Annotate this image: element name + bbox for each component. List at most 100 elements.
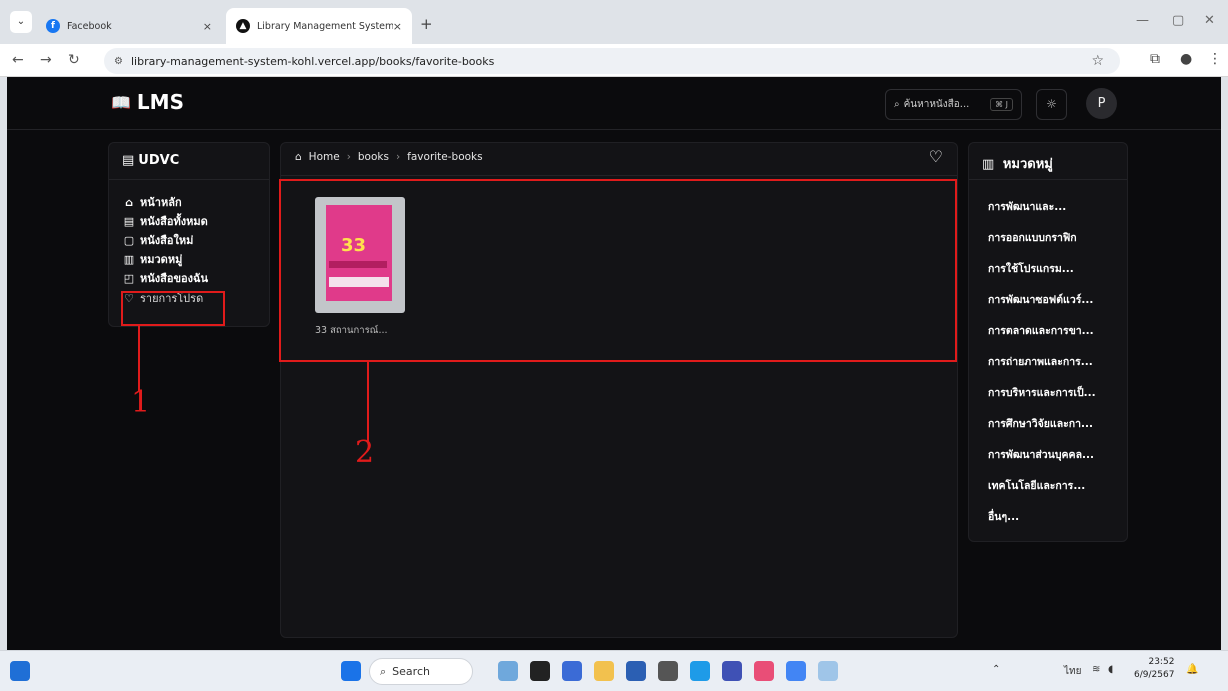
clock[interactable]: 23:52 6/9/2567 (1134, 656, 1174, 682)
chat-icon[interactable] (562, 661, 582, 681)
vercel-favicon-icon: ▲ (236, 19, 250, 33)
sidebar-title: ▤ UDVC (122, 153, 179, 168)
tab-library-management[interactable]: ▲ Library Management System × (226, 8, 412, 44)
bookmark-star-icon[interactable]: ☆ (1091, 53, 1104, 69)
breadcrumb-divider (281, 175, 957, 176)
app-icon[interactable] (658, 661, 678, 681)
app-icon[interactable] (722, 661, 742, 681)
category-item[interactable]: เทคโนโลยีและการ... (988, 477, 1118, 494)
sidebar-title-text: UDVC (138, 153, 180, 168)
theme-toggle-button[interactable]: ☼ (1036, 89, 1067, 120)
minimize-icon[interactable]: — (1136, 13, 1149, 28)
browser-menu-icon[interactable]: ⋮ (1208, 51, 1222, 67)
facebook-favicon-icon: f (46, 19, 60, 33)
search-icon: ⌕ (894, 99, 900, 110)
sidebar-item-all-books[interactable]: ▤ หนังสือทั้งหมด (122, 212, 208, 230)
breadcrumb-favorite-books: favorite-books (407, 151, 483, 163)
category-item[interactable]: การถ่ายภาพและการ... (988, 353, 1118, 370)
new-tab-button[interactable]: + (420, 15, 433, 33)
categories-divider (969, 179, 1127, 180)
breadcrumb-home[interactable]: Home (309, 151, 340, 163)
categories-title-text: หมวดหมู่ (1002, 157, 1053, 172)
url-field[interactable]: ⚙ library-management-system-kohl.vercel.… (104, 48, 1120, 74)
sidebar-item-home[interactable]: ⌂ หน้าหลัก (122, 193, 182, 211)
widgets-icon[interactable] (10, 661, 30, 681)
sidebar-item-label: หมวดหมู่ (140, 253, 183, 266)
sidebar-item-label: หน้าหลัก (140, 196, 182, 209)
page-viewport: 📖 LMS ⌕ ค้นหาหนังสือ... ⌘ J ☼ P ▤ UDVC ⌂… (7, 77, 1221, 650)
breadcrumb: ⌂ Home › books › favorite-books (295, 151, 490, 163)
language-indicator[interactable]: ไทย (1064, 664, 1081, 679)
chrome-icon[interactable] (786, 661, 806, 681)
annotation-label-1: 1 (131, 385, 151, 420)
close-window-icon[interactable]: ✕ (1204, 13, 1215, 28)
start-icon[interactable] (341, 661, 361, 681)
sidebar-item-my-books[interactable]: ◰ หนังสือของฉัน (122, 269, 208, 287)
sidebar-divider (109, 179, 269, 180)
search-button[interactable]: ⌕ ค้นหาหนังสือ... ⌘ J (885, 89, 1022, 120)
breadcrumb-separator: › (346, 151, 351, 163)
close-tab-icon[interactable]: × (393, 20, 402, 33)
extensions-icon[interactable]: ⧉ (1150, 51, 1160, 67)
copilot-icon[interactable] (498, 661, 518, 681)
category-item[interactable]: การตลาดและการขา... (988, 322, 1118, 339)
site-logo[interactable]: 📖 LMS (111, 90, 184, 114)
search-shortcut-badge: ⌘ J (990, 98, 1013, 111)
task-view-icon[interactable] (530, 661, 550, 681)
category-item[interactable]: การพัฒนาส่วนบุคคล... (988, 446, 1118, 463)
category-item[interactable]: การศึกษาวิจัยและกา... (988, 415, 1118, 432)
annotation-box-content (279, 179, 957, 362)
search-placeholder: ค้นหาหนังสือ... (903, 99, 970, 110)
breadcrumb-books[interactable]: books (358, 151, 389, 163)
taskbar-search-label: Search (392, 665, 430, 678)
tab-facebook[interactable]: f Facebook × (36, 8, 222, 44)
back-icon[interactable]: ← (12, 52, 24, 68)
annotation-line-2 (367, 362, 369, 442)
store-icon[interactable] (626, 661, 646, 681)
app-icon[interactable] (818, 661, 838, 681)
tab-title: Facebook (67, 20, 112, 32)
sidebar-item-new-books[interactable]: ▢ หนังสือใหม่ (122, 231, 194, 249)
maximize-icon[interactable]: ▢ (1172, 13, 1184, 28)
sidebar-item-label: หนังสือใหม่ (140, 234, 194, 247)
new-book-icon: ▢ (123, 233, 135, 247)
profile-icon[interactable]: ● (1180, 51, 1192, 67)
annotation-label-2: 2 (355, 435, 375, 470)
sidebar-item-label: หนังสือของฉัน (140, 272, 208, 285)
category-item[interactable]: การออกแบบกราฟิก (988, 229, 1118, 246)
edge-icon[interactable] (690, 661, 710, 681)
address-bar-row: ← → ↻ ⚙ library-management-system-kohl.v… (0, 44, 1228, 77)
category-item[interactable]: การพัฒนาซอฟต์แวร์... (988, 291, 1118, 308)
open-book-icon: 📖 (111, 92, 131, 112)
site-info-icon[interactable]: ⚙ (114, 56, 123, 67)
browser-tab-strip: ⌄ f Facebook × ▲ Library Management Syst… (0, 0, 1228, 44)
close-tab-icon[interactable]: × (203, 20, 212, 33)
categories-title: ▥ หมวดหมู่ (982, 153, 1053, 174)
tab-search-menu-button[interactable]: ⌄ (10, 11, 32, 33)
volume-icon[interactable]: ◖ (1108, 664, 1113, 675)
annotation-line-1 (138, 326, 140, 391)
category-item[interactable]: การพัฒนาและ... (988, 198, 1118, 215)
tab-title: Library Management System (257, 20, 393, 32)
wifi-icon[interactable]: ≋ (1092, 664, 1100, 675)
books-icon: ▤ (123, 214, 135, 228)
tray-chevron-icon[interactable]: ⌃ (992, 664, 1000, 675)
logo-text: LMS (136, 90, 184, 114)
category-item[interactable]: การใช้โปรแกรม... (988, 260, 1118, 277)
favorites-heart-icon[interactable]: ♡ (929, 147, 943, 166)
category-icon: ▥ (123, 252, 135, 266)
clock-time: 23:52 (1148, 657, 1175, 667)
sidebar-item-categories[interactable]: ▥ หมวดหมู่ (122, 250, 183, 268)
file-explorer-icon[interactable] (594, 661, 614, 681)
app-icon[interactable] (754, 661, 774, 681)
user-avatar[interactable]: P (1086, 88, 1117, 119)
category-item[interactable]: การบริหารและการเป็... (988, 384, 1118, 401)
categories-panel: ▥ หมวดหมู่ การพัฒนาและ... การออกแบบกราฟิ… (968, 142, 1128, 542)
category-item[interactable]: อื่นๆ... (988, 508, 1118, 525)
taskbar-search[interactable]: ⌕ Search (369, 658, 473, 685)
home-icon: ⌂ (295, 151, 302, 163)
breadcrumb-separator: › (395, 151, 401, 163)
reload-icon[interactable]: ↻ (68, 52, 80, 68)
notification-bell-icon[interactable]: 🔔 (1186, 664, 1198, 675)
forward-icon[interactable]: → (40, 52, 52, 68)
